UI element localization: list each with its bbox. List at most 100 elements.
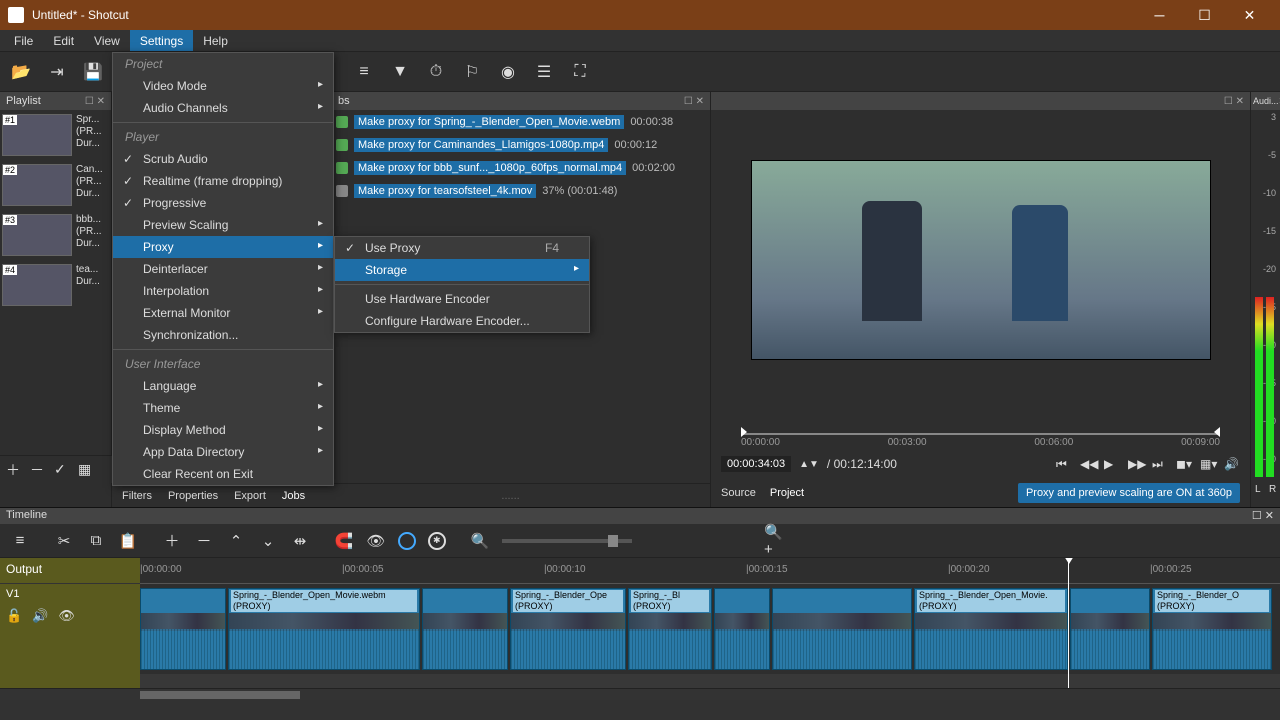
copy-icon[interactable]: ⧉ (86, 531, 106, 551)
menu-file[interactable]: File (4, 30, 43, 51)
timeline-clip[interactable]: Spring_-_Blender_O (PROXY) (1152, 588, 1272, 670)
tab-source[interactable]: Source (721, 487, 756, 499)
mute-icon[interactable]: 🔊 (32, 608, 48, 624)
timeline-tracks[interactable]: |00:00:00|00:00:05|00:00:10|00:00:15|00:… (140, 558, 1280, 688)
play-icon[interactable]: ▶ (1104, 457, 1120, 471)
preview-scaling-item[interactable]: Preview Scaling (113, 214, 333, 236)
track-v1[interactable]: Spring_-_Blender_Open_Movie.webm (PROXY)… (140, 584, 1280, 674)
playlist-add-icon[interactable]: ＋ (6, 460, 22, 480)
hide-icon[interactable]: 👁 (58, 608, 75, 624)
timeline-clip[interactable]: Spring_-_Blender_Open_Movie. (PROXY) (914, 588, 1068, 670)
deinterlacer-item[interactable]: Deinterlacer (113, 258, 333, 280)
undo-icon[interactable]: ≡ (353, 61, 375, 83)
job-row[interactable]: Make proxy for bbb_sunf..._1080p_60fps_n… (332, 156, 710, 179)
lift-icon[interactable]: ⌃ (226, 531, 246, 551)
skip-end-icon[interactable]: ⏭ (1152, 457, 1168, 472)
clear-recent-item[interactable]: Clear Recent on Exit (113, 463, 333, 485)
remove-icon[interactable]: － (194, 531, 214, 551)
storage-item[interactable]: Storage (335, 259, 589, 281)
menu-settings[interactable]: Settings (130, 30, 193, 51)
in-point-icon[interactable] (741, 427, 747, 437)
playlist-item[interactable]: #1Spr...(PR...Dur... (0, 110, 111, 160)
tab-filters[interactable]: Filters (122, 490, 152, 502)
progressive-item[interactable]: Progressive (113, 192, 333, 214)
grid-icon[interactable]: ▦▾ (1200, 457, 1216, 471)
track-v1-header[interactable]: V1 (0, 584, 140, 604)
snap-icon[interactable]: 🧲 (334, 531, 354, 551)
scrub-icon[interactable]: 👁 (366, 531, 386, 551)
video-mode-item[interactable]: Video Mode (113, 75, 333, 97)
preview-close-icon[interactable]: ☐ ✕ (1224, 96, 1244, 107)
close-button[interactable]: ✕ (1227, 0, 1272, 30)
timeline-clip[interactable] (140, 588, 226, 670)
tab-project[interactable]: Project (770, 487, 804, 499)
zoom-in-icon[interactable]: 🔍+ (764, 531, 784, 551)
realtime-item[interactable]: Realtime (frame dropping) (113, 170, 333, 192)
maximize-button[interactable]: ☐ (1182, 0, 1227, 30)
playlist-item[interactable]: #3bbb...(PR...Dur... (0, 210, 111, 260)
timeline-clip[interactable]: Spring_-_Blender_Open_Movie.webm (PROXY) (228, 588, 420, 670)
forward-icon[interactable]: ▶▶ (1128, 457, 1144, 471)
jobs-close-icon[interactable]: ☐ ✕ (684, 96, 704, 107)
fullscreen-icon[interactable]: ⛶ (569, 61, 591, 83)
timeline-clip[interactable] (422, 588, 508, 670)
menu-view[interactable]: View (84, 30, 130, 51)
playlist-menu-icon[interactable]: ▦ (78, 461, 94, 478)
rewind-icon[interactable]: ◀◀ (1080, 457, 1096, 471)
job-row[interactable]: Make proxy for Spring_-_Blender_Open_Mov… (332, 110, 710, 133)
audio-channels-item[interactable]: Audio Channels (113, 97, 333, 119)
append-icon[interactable]: ＋ (162, 531, 182, 551)
timeline-close-icon[interactable]: ☐ ✕ (1252, 509, 1274, 523)
zoom-slider[interactable] (502, 539, 632, 543)
ripple-icon[interactable] (398, 532, 416, 550)
marker-icon[interactable]: ⚐ (461, 61, 483, 83)
timer-icon[interactable]: ⏱ (425, 61, 447, 83)
tab-export[interactable]: Export (234, 490, 266, 502)
overwrite-icon[interactable]: ⌄ (258, 531, 278, 551)
lock-icon[interactable]: 🔓 (6, 608, 22, 624)
interpolation-item[interactable]: Interpolation (113, 280, 333, 302)
scrub-audio-item[interactable]: Scrub Audio (113, 148, 333, 170)
save-icon[interactable]: 💾 (82, 61, 104, 83)
theme-item[interactable]: Theme (113, 397, 333, 419)
language-item[interactable]: Language (113, 375, 333, 397)
playhead[interactable] (1068, 558, 1069, 688)
playlist-remove-icon[interactable]: － (30, 460, 46, 480)
timeline-scrollbar[interactable] (0, 688, 1280, 700)
ripple-all-icon[interactable] (428, 532, 446, 550)
app-data-item[interactable]: App Data Directory (113, 441, 333, 463)
tab-jobs[interactable]: Jobs (282, 490, 305, 502)
split-icon[interactable]: ⇹ (290, 531, 310, 551)
timeline-clip[interactable] (1070, 588, 1150, 670)
timeline-ruler[interactable]: |00:00:00|00:00:05|00:00:10|00:00:15|00:… (140, 558, 1280, 584)
proxy-item[interactable]: Proxy (113, 236, 333, 258)
config-hw-encoder-item[interactable]: Configure Hardware Encoder... (335, 310, 589, 332)
record-icon[interactable]: ◉ (497, 61, 519, 83)
timeline-clip[interactable] (714, 588, 770, 670)
skip-start-icon[interactable]: ⏮ (1056, 457, 1072, 472)
open-file-icon[interactable]: 📂 (10, 61, 32, 83)
menu-help[interactable]: Help (193, 30, 238, 51)
playlist-item[interactable]: #2Can...(PR...Dur... (0, 160, 111, 210)
job-row[interactable]: Make proxy for tearsofsteel_4k.mov37% (0… (332, 179, 710, 202)
use-hw-encoder-item[interactable]: Use Hardware Encoder (335, 288, 589, 310)
tl-menu-icon[interactable]: ≡ (10, 531, 30, 551)
use-proxy-item[interactable]: Use Proxy F4 (335, 237, 589, 259)
timeline-clip[interactable]: Spring_-_Blender_Ope (PROXY) (510, 588, 626, 670)
zoom-out-icon[interactable]: 🔍 (470, 531, 490, 551)
zoom-icon[interactable]: ◼▾ (1176, 457, 1192, 471)
display-method-item[interactable]: Display Method (113, 419, 333, 441)
playlist-close-icon[interactable]: ☐ ✕ (85, 96, 105, 107)
synchronization-item[interactable]: Synchronization... (113, 324, 333, 346)
open-other-icon[interactable]: ⇥ (46, 61, 68, 83)
video-viewer[interactable] (711, 110, 1250, 419)
external-monitor-item[interactable]: External Monitor (113, 302, 333, 324)
out-point-icon[interactable] (1214, 427, 1220, 437)
filters-icon[interactable]: ▼ (389, 61, 411, 83)
minimize-button[interactable]: ─ (1137, 0, 1182, 30)
playlist-item[interactable]: #4tea...Dur... (0, 260, 111, 310)
output-header[interactable]: Output (0, 558, 140, 584)
timeline-clip[interactable]: Spring_-_Bl (PROXY) (628, 588, 712, 670)
stack-icon[interactable]: ☰ (533, 61, 555, 83)
timecode-field[interactable]: 00:00:34:03 (721, 456, 791, 472)
